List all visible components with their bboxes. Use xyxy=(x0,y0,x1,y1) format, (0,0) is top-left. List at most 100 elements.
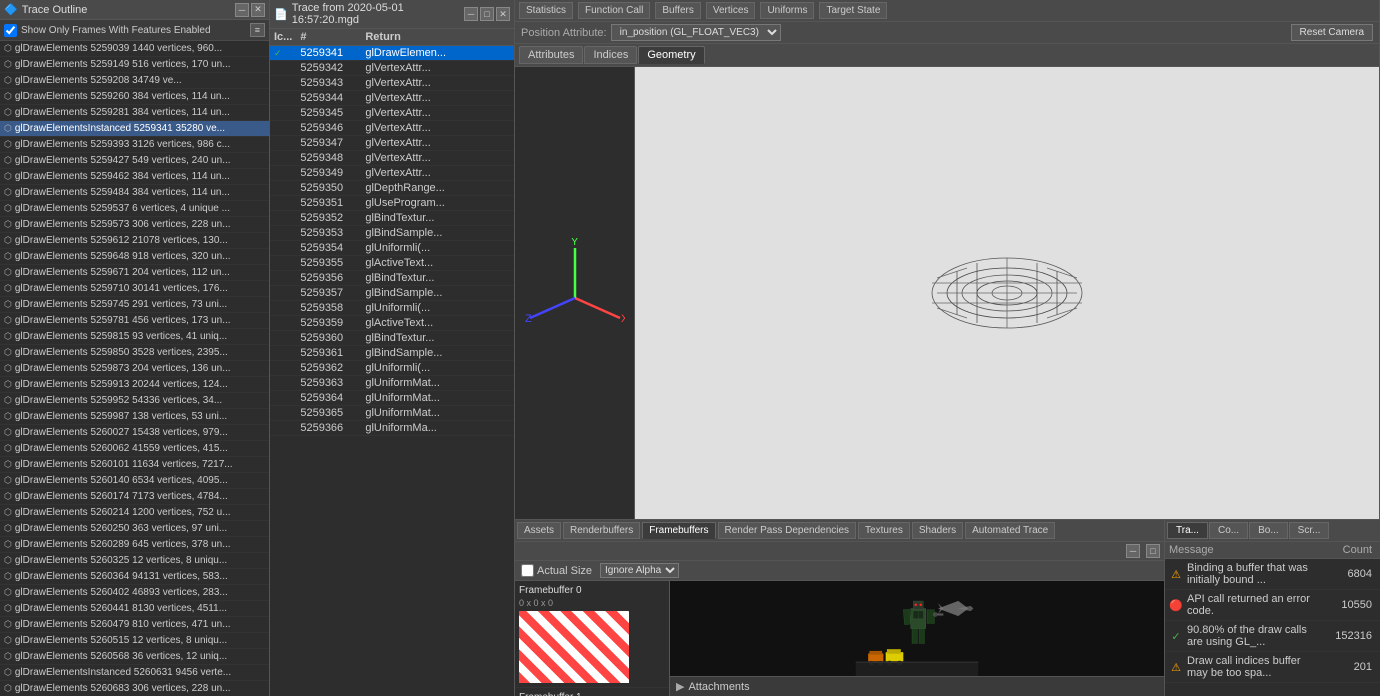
maximize-fb[interactable]: □ xyxy=(1146,544,1160,558)
trace-outline-item-37[interactable]: ⬡glDrawElements 5260515 12 vertices, 8 u… xyxy=(0,633,269,649)
trace-outline-item-0[interactable]: ⬡glDrawElements 5259039 1440 vertices, 9… xyxy=(0,41,269,57)
trace-outline-item-10[interactable]: ⬡glDrawElements 5259537 6 vertices, 4 un… xyxy=(0,201,269,217)
trace-outline-item-24[interactable]: ⬡glDrawElements 5260027 15438 vertices, … xyxy=(0,425,269,441)
geo-tab-geometry[interactable]: Geometry xyxy=(638,46,704,64)
trace-outline-item-29[interactable]: ⬡glDrawElements 5260214 1200 vertices, 7… xyxy=(0,505,269,521)
trace-row-2[interactable]: 5259343 glVertexAttr... xyxy=(270,76,514,91)
trace-outline-item-28[interactable]: ⬡glDrawElements 5260174 7173 vertices, 4… xyxy=(0,489,269,505)
geo-top-tab-function-call[interactable]: Function Call xyxy=(578,2,650,19)
fb-tab-framebuffers[interactable]: Framebuffers xyxy=(642,522,715,539)
trace-outline-item-26[interactable]: ⬡glDrawElements 5260101 11634 vertices, … xyxy=(0,457,269,473)
trace-outline-item-22[interactable]: ⬡glDrawElements 5259952 54336 vertices, … xyxy=(0,393,269,409)
fb-tab-renderbuffers[interactable]: Renderbuffers xyxy=(563,522,640,539)
trace-outline-item-30[interactable]: ⬡glDrawElements 5260250 363 vertices, 97… xyxy=(0,521,269,537)
msg-item-1[interactable]: 🔴 API call returned an error code. 10550 xyxy=(1165,590,1380,621)
trace-outline-item-2[interactable]: ⬡glDrawElements 5259208 34749 ve... xyxy=(0,73,269,89)
msg-tab-1[interactable]: Co... xyxy=(1209,522,1248,539)
trace-row-15[interactable]: 5259356 glBindTextur... xyxy=(270,271,514,286)
trace-outline-item-17[interactable]: ⬡glDrawElements 5259781 456 vertices, 17… xyxy=(0,313,269,329)
trace-outline-item-13[interactable]: ⬡glDrawElements 5259648 918 vertices, 32… xyxy=(0,249,269,265)
trace-row-3[interactable]: 5259344 glVertexAttr... xyxy=(270,91,514,106)
trace-outline-item-27[interactable]: ⬡glDrawElements 5260140 6534 vertices, 4… xyxy=(0,473,269,489)
minimize-fb[interactable]: ─ xyxy=(1126,544,1140,558)
trace-row-8[interactable]: 5259349 glVertexAttr... xyxy=(270,166,514,181)
trace-row-20[interactable]: 5259361 glBindSample... xyxy=(270,346,514,361)
position-select[interactable]: in_position (GL_FLOAT_VEC3) xyxy=(611,24,781,41)
trace-outline-item-19[interactable]: ⬡glDrawElements 5259850 3528 vertices, 2… xyxy=(0,345,269,361)
trace-outline-item-20[interactable]: ⬡glDrawElements 5259873 204 vertices, 13… xyxy=(0,361,269,377)
fb-tab-render-pass-dependencies[interactable]: Render Pass Dependencies xyxy=(718,522,857,539)
minimize-trace[interactable]: ─ xyxy=(464,7,478,21)
trace-outline-item-16[interactable]: ⬡glDrawElements 5259745 291 vertices, 73… xyxy=(0,297,269,313)
ignore-alpha-select[interactable]: Ignore Alpha xyxy=(600,563,679,578)
geo-tab-attributes[interactable]: Attributes xyxy=(519,46,583,64)
actual-size-checkbox[interactable] xyxy=(521,564,534,577)
trace-outline-item-9[interactable]: ⬡glDrawElements 5259484 384 vertices, 11… xyxy=(0,185,269,201)
trace-row-24[interactable]: 5259365 glUniformMat... xyxy=(270,406,514,421)
msg-item-2[interactable]: ✓ 90.80% of the draw calls are using GL_… xyxy=(1165,621,1380,652)
trace-row-11[interactable]: 5259352 glBindTextur... xyxy=(270,211,514,226)
trace-row-6[interactable]: 5259347 glVertexAttr... xyxy=(270,136,514,151)
trace-row-0[interactable]: ✓ 5259341 glDrawElemen... xyxy=(270,46,514,61)
fb-item-0[interactable]: Framebuffer 0 0 x 0 x 0 xyxy=(515,581,669,688)
trace-outline-item-3[interactable]: ⬡glDrawElements 5259260 384 vertices, 11… xyxy=(0,89,269,105)
trace-row-18[interactable]: 5259359 glActiveText... xyxy=(270,316,514,331)
trace-outline-item-38[interactable]: ⬡glDrawElements 5260568 36 vertices, 12 … xyxy=(0,649,269,665)
msg-item-0[interactable]: ⚠ Binding a buffer that was initially bo… xyxy=(1165,559,1380,590)
trace-outline-item-31[interactable]: ⬡glDrawElements 5260289 645 vertices, 37… xyxy=(0,537,269,553)
trace-outline-item-7[interactable]: ⬡glDrawElements 5259427 549 vertices, 24… xyxy=(0,153,269,169)
geo-top-tab-vertices[interactable]: Vertices xyxy=(706,2,756,19)
geo-tab-indices[interactable]: Indices xyxy=(584,46,637,64)
trace-row-14[interactable]: 5259355 glActiveText... xyxy=(270,256,514,271)
trace-outline-item-6[interactable]: ⬡glDrawElements 5259393 3126 vertices, 9… xyxy=(0,137,269,153)
maximize-trace[interactable]: □ xyxy=(480,7,494,21)
trace-row-25[interactable]: 5259366 glUniformMa... xyxy=(270,421,514,436)
trace-row-5[interactable]: 5259346 glVertexAttr... xyxy=(270,121,514,136)
trace-row-17[interactable]: 5259358 glUniformli(... xyxy=(270,301,514,316)
geo-top-tab-target-state[interactable]: Target State xyxy=(819,2,887,19)
trace-row-1[interactable]: 5259342 glVertexAttr... xyxy=(270,61,514,76)
show-only-frames-checkbox[interactable] xyxy=(4,24,17,37)
expand-collapse-btn[interactable]: ≡ xyxy=(250,23,265,37)
trace-outline-item-21[interactable]: ⬡glDrawElements 5259913 20244 vertices, … xyxy=(0,377,269,393)
trace-outline-item-25[interactable]: ⬡glDrawElements 5260062 41559 vertices, … xyxy=(0,441,269,457)
fb-tab-textures[interactable]: Textures xyxy=(858,522,910,539)
minimize-trace-outline[interactable]: ─ xyxy=(235,3,249,17)
reset-camera-button[interactable]: Reset Camera xyxy=(1291,24,1373,41)
close-trace-outline[interactable]: ✕ xyxy=(251,3,265,17)
trace-outline-item-15[interactable]: ⬡glDrawElements 5259710 30141 vertices, … xyxy=(0,281,269,297)
trace-row-7[interactable]: 5259348 glVertexAttr... xyxy=(270,151,514,166)
trace-outline-item-34[interactable]: ⬡glDrawElements 5260402 46893 vertices, … xyxy=(0,585,269,601)
trace-outline-item-12[interactable]: ⬡glDrawElements 5259612 21078 vertices, … xyxy=(0,233,269,249)
trace-outline-item-23[interactable]: ⬡glDrawElements 5259987 138 vertices, 53… xyxy=(0,409,269,425)
trace-row-19[interactable]: 5259360 glBindTextur... xyxy=(270,331,514,346)
close-trace[interactable]: ✕ xyxy=(496,7,510,21)
trace-outline-item-5[interactable]: ⬡glDrawElementsInstanced 5259341 35280 v… xyxy=(0,121,269,137)
trace-row-4[interactable]: 5259345 glVertexAttr... xyxy=(270,106,514,121)
trace-outline-item-35[interactable]: ⬡glDrawElements 5260441 8130 vertices, 4… xyxy=(0,601,269,617)
trace-outline-item-4[interactable]: ⬡glDrawElements 5259281 384 vertices, 11… xyxy=(0,105,269,121)
trace-row-21[interactable]: 5259362 glUniformli(... xyxy=(270,361,514,376)
trace-outline-item-11[interactable]: ⬡glDrawElements 5259573 306 vertices, 22… xyxy=(0,217,269,233)
trace-outline-item-18[interactable]: ⬡glDrawElements 5259815 93 vertices, 41 … xyxy=(0,329,269,345)
trace-row-13[interactable]: 5259354 glUniformli(... xyxy=(270,241,514,256)
msg-tab-3[interactable]: Scr... xyxy=(1289,522,1330,539)
geo-top-tab-statistics[interactable]: Statistics xyxy=(519,2,573,19)
geo-top-tab-uniforms[interactable]: Uniforms xyxy=(760,2,814,19)
msg-tab-0[interactable]: Tra... xyxy=(1167,522,1208,539)
trace-row-9[interactable]: 5259350 glDepthRange... xyxy=(270,181,514,196)
trace-outline-item-1[interactable]: ⬡glDrawElements 5259149 516 vertices, 17… xyxy=(0,57,269,73)
trace-row-23[interactable]: 5259364 glUniformMat... xyxy=(270,391,514,406)
trace-row-16[interactable]: 5259357 glBindSample... xyxy=(270,286,514,301)
trace-outline-item-14[interactable]: ⬡glDrawElements 5259671 204 vertices, 11… xyxy=(0,265,269,281)
geo-top-tab-buffers[interactable]: Buffers xyxy=(655,2,701,19)
trace-row-22[interactable]: 5259363 glUniformMat... xyxy=(270,376,514,391)
trace-outline-item-39[interactable]: ⬡glDrawElementsInstanced 5260631 9456 ve… xyxy=(0,665,269,681)
fb-tab-assets[interactable]: Assets xyxy=(517,522,561,539)
trace-outline-item-32[interactable]: ⬡glDrawElements 5260325 12 vertices, 8 u… xyxy=(0,553,269,569)
fb-item-1[interactable]: Framebuffer 1 1920 x 1080 xyxy=(515,688,669,696)
msg-tab-2[interactable]: Bo... xyxy=(1249,522,1288,539)
trace-outline-item-40[interactable]: ⬡glDrawElements 5260683 306 vertices, 22… xyxy=(0,681,269,696)
trace-outline-item-8[interactable]: ⬡glDrawElements 5259462 384 vertices, 11… xyxy=(0,169,269,185)
trace-row-10[interactable]: 5259351 glUseProgram... xyxy=(270,196,514,211)
